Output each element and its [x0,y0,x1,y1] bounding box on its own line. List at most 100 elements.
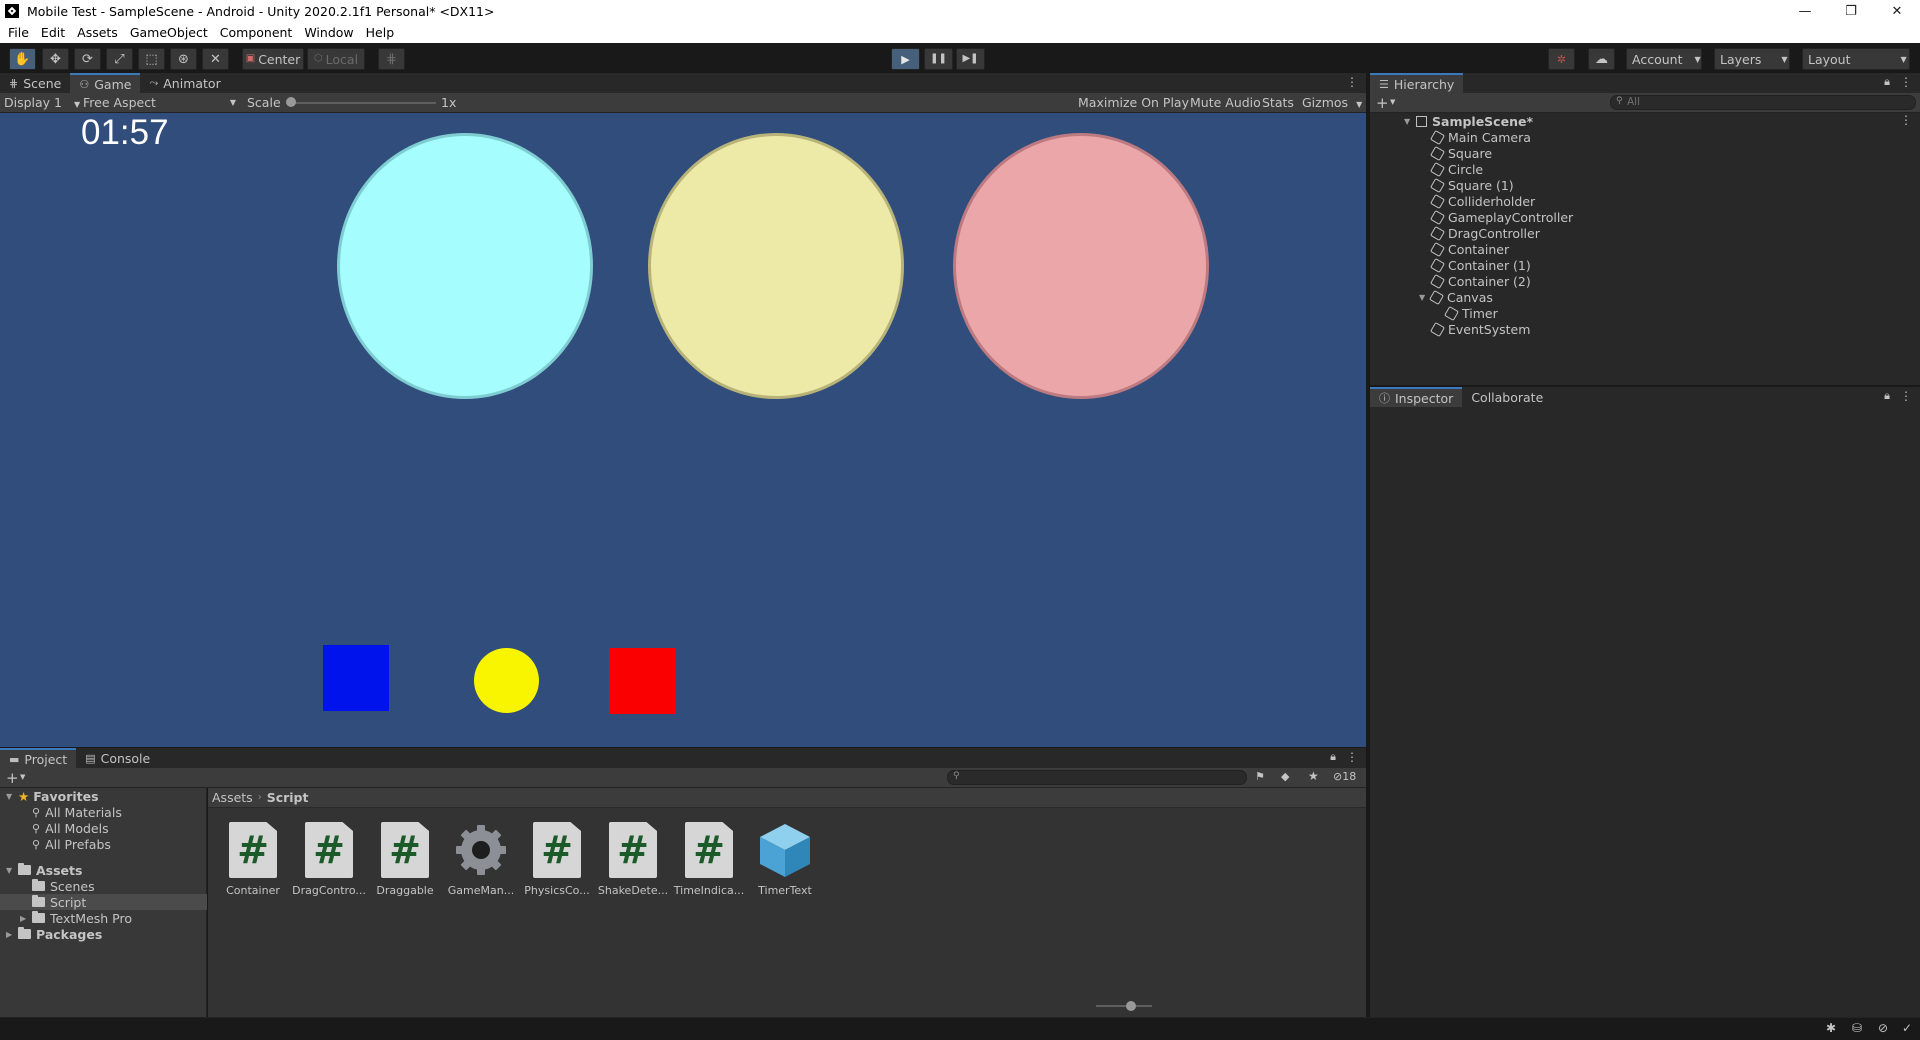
hierarchy-item[interactable]: Square (1) [1429,177,1514,193]
custom-tool-button[interactable]: ✕ [202,48,229,70]
menu-component[interactable]: Component [214,25,299,40]
yellow-circle[interactable] [474,648,539,713]
layers-dropdown[interactable]: Layers ▼ [1714,48,1790,70]
folder-row[interactable]: Scenes [0,878,207,894]
favorite-star-icon[interactable]: ★ [1308,769,1319,783]
hierarchy-item[interactable]: Square [1429,145,1492,161]
hand-tool-button[interactable]: ✋ [9,48,36,70]
play-button[interactable]: ▶ [891,48,920,70]
hierarchy-item[interactable]: GameplayController [1429,209,1573,225]
rect-tool-button[interactable]: ⬚ [138,48,165,70]
hierarchy-item[interactable]: Circle [1429,161,1483,177]
hierarchy-item[interactable]: DragController [1429,225,1540,241]
tab-hierarchy[interactable]: ☰ Hierarchy [1370,73,1464,93]
chevron-down-icon[interactable]: ▼ [20,773,25,781]
menu-window[interactable]: Window [298,25,359,40]
cloud-button[interactable]: ☁ [1588,48,1615,70]
progress-check-icon[interactable]: ✓ [1902,1021,1912,1035]
container-circle-cyan[interactable] [337,133,593,399]
container-circle-yellow[interactable] [648,133,904,399]
asset-item[interactable]: # ShakeDete... [596,822,670,906]
menu-assets[interactable]: Assets [71,25,124,40]
pause-button[interactable]: ❚❚ [924,48,953,70]
project-search-input[interactable]: ⚲ [947,770,1247,785]
tab-animator[interactable]: ⤳ Animator [140,73,229,93]
display-dropdown[interactable]: Display 1 ▼ [4,93,80,113]
container-circle-pink[interactable] [953,133,1209,399]
assets-root-row[interactable]: ▼ Assets [0,862,207,878]
maximize-on-play-toggle[interactable]: Maximize On Play [1078,93,1189,113]
scale-slider-thumb[interactable] [286,97,296,107]
close-button[interactable]: ✕ [1874,0,1920,22]
hidden-packages-toggle[interactable]: ⊘18 [1333,770,1356,783]
lock-icon[interactable]: 🔒︎ [1330,750,1336,764]
move-tool-button[interactable]: ✥ [42,48,69,70]
game-view-canvas[interactable]: 01:57 [0,113,1366,747]
stats-toggle[interactable]: Stats [1262,93,1294,113]
kebab-menu-icon[interactable]: ⋮ [1900,113,1912,127]
cache-server-icon[interactable]: ⛁ [1852,1021,1862,1035]
tab-console[interactable]: ▤ Console [76,748,159,768]
menu-help[interactable]: Help [360,25,401,40]
tab-project[interactable]: ▬ Project [0,748,77,768]
account-dropdown[interactable]: Account ▼ [1626,48,1702,70]
restore-button[interactable]: ❐ [1828,0,1874,22]
hierarchy-item[interactable]: EventSystem [1429,321,1530,337]
hierarchy-search-input[interactable]: ⚲ All [1610,95,1916,110]
asset-item[interactable]: TimerText [748,822,822,906]
tab-collaborate[interactable]: Collaborate [1462,387,1552,407]
scale-tool-button[interactable]: ⤢ [106,48,133,70]
pivot-local-button[interactable]: ⬡ Local [307,48,365,70]
search-by-label-icon[interactable]: ◆ [1281,770,1289,783]
menu-edit[interactable]: Edit [35,25,71,40]
asset-item[interactable]: # Container [216,822,290,906]
mute-audio-toggle[interactable]: Mute Audio [1190,93,1261,113]
menu-file[interactable]: File [2,25,35,40]
tab-game[interactable]: ⚇ Game [70,73,141,93]
hierarchy-item[interactable]: Colliderholder [1429,193,1535,209]
asset-item[interactable]: # DragContro... [292,822,366,906]
aspect-dropdown[interactable]: Free Aspect ▼ [83,93,236,113]
debug-icon[interactable]: ⊘ [1878,1021,1888,1035]
add-icon[interactable]: + [6,769,19,787]
kebab-menu-icon[interactable]: ⋮ [1346,750,1358,764]
hierarchy-item[interactable]: Container (2) [1429,273,1531,289]
hierarchy-item[interactable]: Timer [1443,305,1498,321]
rotate-tool-button[interactable]: ⟳ [74,48,101,70]
lock-icon[interactable]: 🔒︎ [1884,75,1890,89]
kebab-menu-icon[interactable]: ⋮ [1346,75,1358,89]
favorites-row[interactable]: ▼ ★ Favorites [0,788,207,804]
hierarchy-scene-row[interactable]: ▼ SampleScene* [1404,113,1533,129]
favorite-item[interactable]: ⚲ All Prefabs [0,836,207,852]
hierarchy-item[interactable]: Container (1) [1429,257,1531,273]
lock-icon[interactable]: 🔒︎ [1884,389,1890,403]
minimize-button[interactable]: — [1782,0,1828,22]
hierarchy-item[interactable]: Container [1429,241,1509,257]
layout-dropdown[interactable]: Layout ▼ [1802,48,1910,70]
asset-item[interactable]: GameMan... [444,822,518,906]
breadcrumb-item-current[interactable]: Script [267,790,309,805]
tab-inspector[interactable]: ⓘ Inspector [1370,387,1463,407]
auto-generate-lighting-icon[interactable]: ✱ [1826,1021,1836,1035]
step-button[interactable]: ▶❚ [956,48,985,70]
scale-slider[interactable] [286,93,436,113]
icon-size-slider[interactable] [1096,1001,1152,1011]
favorite-item[interactable]: ⚲ All Models [0,820,207,836]
gizmos-toggle[interactable]: Gizmos ▼ [1302,93,1362,113]
favorite-item[interactable]: ⚲ All Materials [0,804,207,820]
add-icon[interactable]: + [1376,94,1389,112]
packages-row[interactable]: ▶ Packages [0,926,207,942]
chevron-down-icon[interactable]: ▼ [1390,98,1395,106]
asset-item[interactable]: # PhysicsCo... [520,822,594,906]
folder-row-selected[interactable]: Script [0,894,207,910]
tab-scene[interactable]: ⋕ Scene [0,73,70,93]
hierarchy-item[interactable]: ▼ Canvas [1419,289,1493,305]
snap-button[interactable]: ⋕ [378,48,405,70]
search-by-type-icon[interactable]: ⚑ [1255,770,1265,783]
icon-size-slider-thumb[interactable] [1126,1001,1136,1011]
breadcrumb-item[interactable]: Assets [212,790,253,805]
blue-square[interactable] [323,645,389,711]
collab-button[interactable]: ✲ [1548,48,1575,70]
kebab-menu-icon[interactable]: ⋮ [1900,389,1912,403]
kebab-menu-icon[interactable]: ⋮ [1900,75,1912,89]
